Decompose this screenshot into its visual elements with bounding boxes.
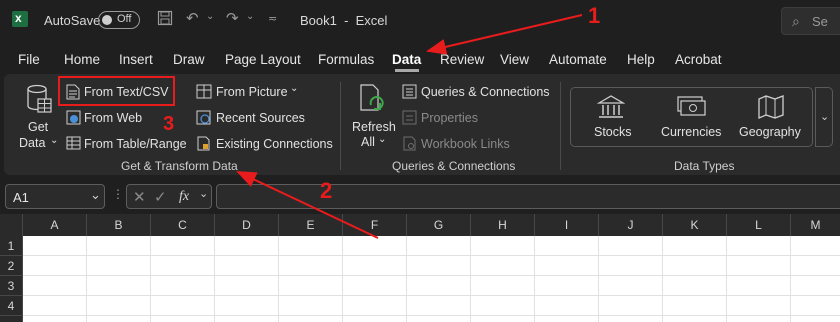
step-3-label: 3 [163, 113, 175, 135]
step-1-label: 1 [588, 3, 601, 28]
step-2-label: 2 [320, 178, 333, 203]
arrow-step-2 [236, 171, 379, 239]
annotation-arrows [236, 14, 583, 239]
arrow-step-1 [426, 14, 583, 55]
